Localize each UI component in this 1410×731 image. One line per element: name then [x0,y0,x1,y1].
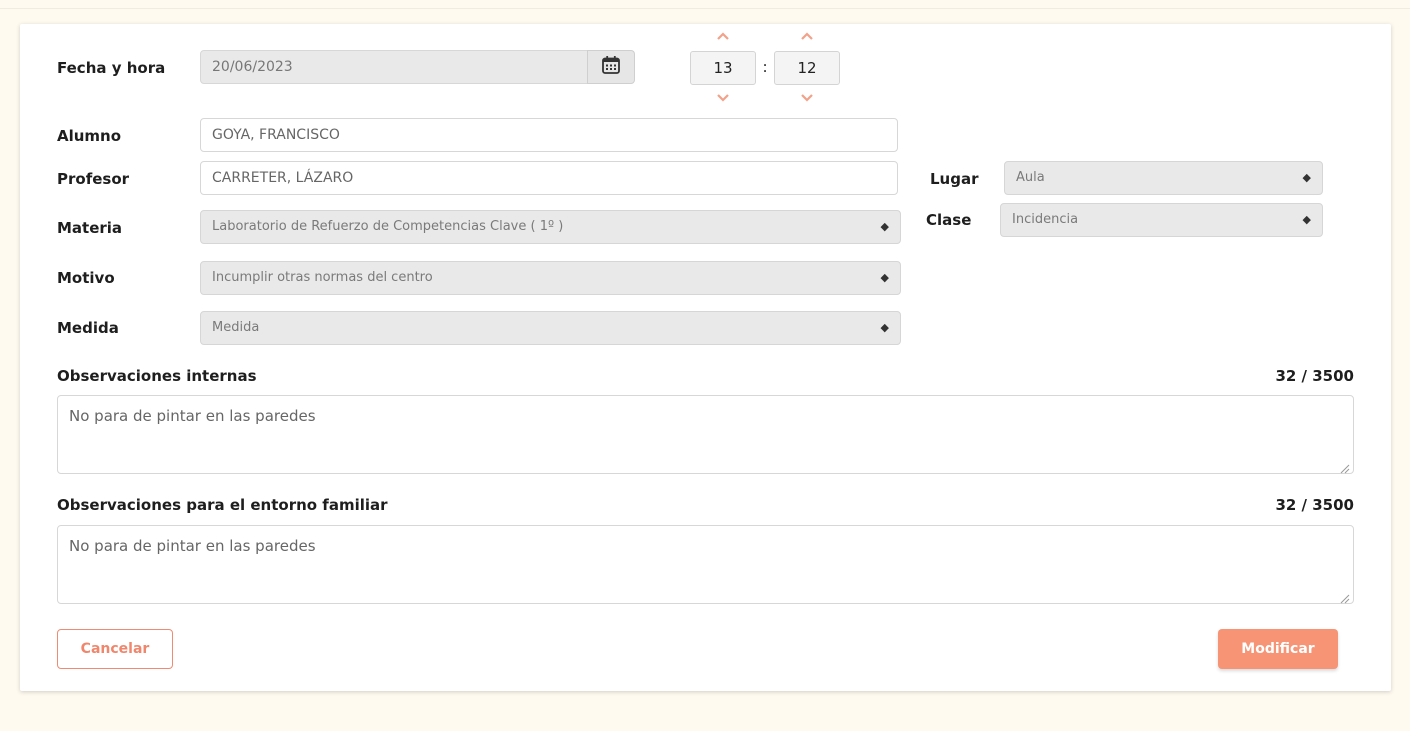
fecha-label: Fecha y hora [57,59,166,77]
minute-input[interactable]: 12 [774,51,840,85]
clase-label: Clase [926,211,972,229]
date-input[interactable]: 20/06/2023 [200,50,588,84]
time-separator: : [762,58,768,76]
obs-internas-counter: 32 / 3500 [1275,367,1354,385]
hour-up-button[interactable] [690,29,756,43]
hour-down-button[interactable] [690,91,756,105]
modify-button[interactable]: Modificar [1218,629,1338,669]
sort-caret-icon: ◆ [1302,171,1311,184]
profesor-input[interactable]: CARRETER, LÁZARO [200,161,898,195]
obs-internas-text: No para de pintar en las paredes [69,407,316,425]
obs-familiar-label: Observaciones para el entorno familiar [57,496,388,514]
medida-select[interactable]: Medida ◆ [200,311,901,345]
calendar-button[interactable] [587,50,635,84]
incident-form-card: Fecha y hora 20/06/2023 13: 12 Alumno G… [20,24,1391,691]
obs-familiar-counter: 32 / 3500 [1275,496,1354,514]
sort-caret-icon: ◆ [880,271,889,284]
materia-select-value: Laboratorio de Refuerzo de Competencias … [212,219,564,234]
hour-input[interactable]: 13 [690,51,756,85]
motivo-label: Motivo [57,269,115,287]
obs-familiar-textarea[interactable]: No para de pintar en las paredes [57,525,1354,604]
obs-internas-textarea[interactable]: No para de pintar en las paredes [57,395,1354,474]
chevron-up-icon [801,29,813,43]
materia-select[interactable]: Laboratorio de Refuerzo de Competencias … [200,210,901,244]
chevron-up-icon [717,29,729,43]
minute-down-button[interactable] [774,91,840,105]
obs-internas-label: Observaciones internas [57,367,257,385]
materia-label: Materia [57,219,123,237]
lugar-select[interactable]: Aula ◆ [1004,161,1323,195]
alumno-label: Alumno [57,127,122,145]
sort-caret-icon: ◆ [880,321,889,334]
profesor-label: Profesor [57,170,130,188]
alumno-input[interactable]: GOYA, FRANCISCO [200,118,898,152]
minute-up-button[interactable] [774,29,840,43]
calendar-icon [601,55,621,79]
clase-select-value: Incidencia [1012,212,1079,227]
resize-grip-icon[interactable] [1340,590,1350,604]
lugar-select-value: Aula [1016,170,1045,185]
motivo-select[interactable]: Incumplir otras normas del centro ◆ [200,261,901,295]
motivo-select-value: Incumplir otras normas del centro [212,270,433,285]
medida-select-value: Medida [212,320,260,335]
chevron-down-icon [801,91,813,105]
chevron-down-icon [717,91,729,105]
sort-caret-icon: ◆ [880,220,889,233]
resize-grip-icon[interactable] [1340,460,1350,474]
medida-label: Medida [57,319,119,337]
clase-select[interactable]: Incidencia ◆ [1000,203,1323,237]
top-divider [0,8,1410,9]
obs-familiar-text: No para de pintar en las paredes [69,537,316,555]
lugar-label: Lugar [930,170,979,188]
sort-caret-icon: ◆ [1302,213,1311,226]
cancel-button[interactable]: Cancelar [57,629,173,669]
